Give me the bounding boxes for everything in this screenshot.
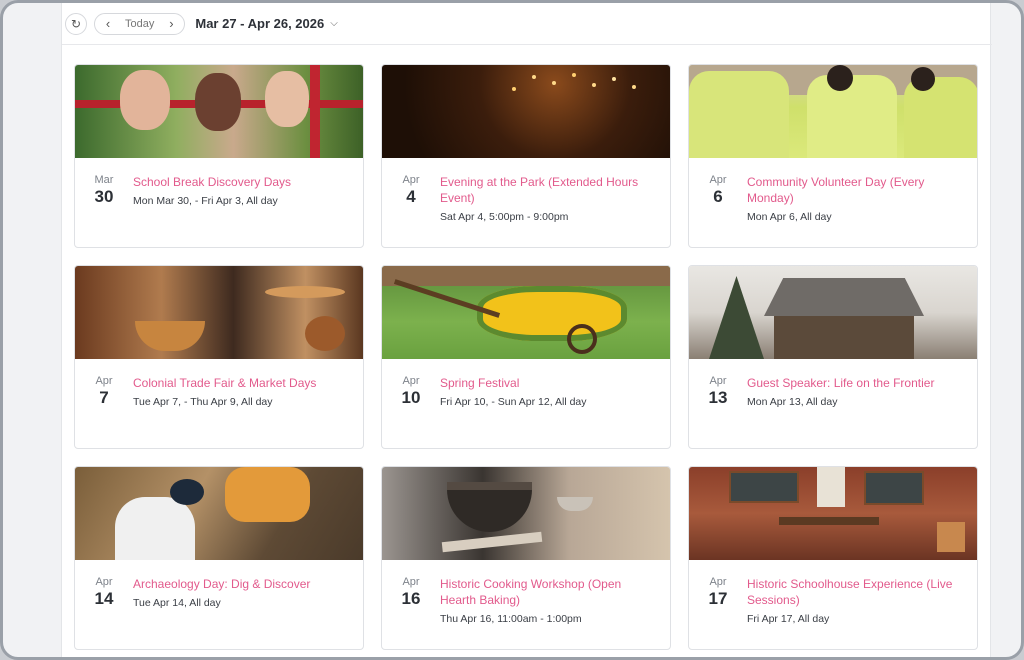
event-info: Apr 14 Archaeology Day: Dig & Discover T… (75, 560, 363, 610)
event-info: Apr 13 Guest Speaker: Life on the Fronti… (689, 359, 977, 409)
event-day: 16 (401, 589, 421, 608)
today-button[interactable]: Today (117, 18, 162, 30)
event-title[interactable]: Evening at the Park (Extended Hours Even… (440, 174, 658, 206)
event-title[interactable]: School Break Discovery Days (133, 174, 351, 190)
event-time: Thu Apr 16, 11:00am - 1:00pm (440, 613, 582, 625)
event-month: Apr (709, 576, 727, 588)
date-navigation: ‹ Today › (94, 12, 186, 35)
event-card[interactable]: Apr 6 Community Volunteer Day (Every Mon… (688, 64, 978, 248)
event-title[interactable]: Archaeology Day: Dig & Discover (133, 576, 351, 592)
event-time: Fri Apr 17, All day (747, 613, 830, 625)
event-day: 30 (94, 187, 114, 206)
event-image (75, 266, 363, 359)
refresh-icon: ↻ (70, 16, 82, 31)
event-month: Apr (402, 375, 420, 387)
event-info: Apr 7 Colonial Trade Fair & Market Days … (75, 359, 363, 409)
event-image (689, 467, 977, 560)
window-frame: ↻ ‹ Today › Mar 27 - Apr 26, 2026 ⌵ Mar … (0, 0, 1024, 660)
event-date: Apr 10 (394, 375, 428, 409)
event-date: Apr 6 (701, 174, 735, 224)
event-info: Apr 6 Community Volunteer Day (Every Mon… (689, 158, 977, 224)
event-card[interactable]: Apr 16 Historic Cooking Workshop (Open H… (381, 466, 671, 650)
event-image (75, 65, 363, 158)
event-card[interactable]: Apr 7 Colonial Trade Fair & Market Days … (74, 265, 364, 449)
chevron-right-icon[interactable]: › (162, 16, 180, 31)
event-day: 6 (713, 187, 723, 206)
refresh-button[interactable]: ↻ (65, 12, 87, 35)
event-time: Sat Apr 4, 5:00pm - 9:00pm (440, 211, 569, 223)
event-image (382, 266, 670, 359)
event-card[interactable]: Apr 10 Spring Festival Fri Apr 10, - Sun… (381, 265, 671, 449)
event-time: Mon Apr 13, All day (747, 396, 838, 408)
event-day: 10 (401, 388, 421, 407)
event-month: Mar (94, 174, 114, 186)
calendar-app: ↻ ‹ Today › Mar 27 - Apr 26, 2026 ⌵ Mar … (61, 3, 992, 657)
event-day: 13 (708, 388, 728, 407)
event-month: Apr (95, 375, 113, 387)
event-time: Fri Apr 10, - Sun Apr 12, All day (440, 396, 587, 408)
chevron-down-icon: ⌵ (330, 18, 338, 29)
event-date: Apr 13 (701, 375, 735, 409)
event-title[interactable]: Spring Festival (440, 375, 658, 391)
event-date: Mar 30 (87, 174, 121, 208)
date-range-label: Mar 27 - Apr 26, 2026 (195, 16, 325, 31)
event-info: Apr 16 Historic Cooking Workshop (Open H… (382, 560, 670, 626)
event-time: Tue Apr 7, - Thu Apr 9, All day (133, 396, 273, 408)
event-day: 17 (708, 589, 728, 608)
event-time: Tue Apr 14, All day (133, 597, 221, 609)
event-day: 7 (99, 388, 109, 407)
event-date: Apr 7 (87, 375, 121, 409)
event-card[interactable]: Apr 17 Historic Schoolhouse Experience (… (688, 466, 978, 650)
event-info: Apr 4 Evening at the Park (Extended Hour… (382, 158, 670, 224)
event-card[interactable]: Apr 14 Archaeology Day: Dig & Discover T… (74, 466, 364, 650)
event-title[interactable]: Colonial Trade Fair & Market Days (133, 375, 351, 391)
event-title[interactable]: Community Volunteer Day (Every Monday) (747, 174, 965, 206)
event-date: Apr 14 (87, 576, 121, 610)
event-card[interactable]: Apr 4 Evening at the Park (Extended Hour… (381, 64, 671, 248)
event-day: 14 (94, 589, 114, 608)
events-grid: Mar 30 School Break Discovery Days Mon M… (74, 64, 980, 650)
event-date: Apr 17 (701, 576, 735, 626)
event-date: Apr 4 (394, 174, 428, 224)
event-title[interactable]: Historic Schoolhouse Experience (Live Se… (747, 576, 965, 608)
date-range-selector[interactable]: Mar 27 - Apr 26, 2026 ⌵ (195, 16, 337, 31)
event-day: 4 (406, 187, 416, 206)
event-image (382, 65, 670, 158)
event-time: Mon Apr 6, All day (747, 211, 832, 223)
event-info: Apr 17 Historic Schoolhouse Experience (… (689, 560, 977, 626)
event-card[interactable]: Apr 13 Guest Speaker: Life on the Fronti… (688, 265, 978, 449)
event-date: Apr 16 (394, 576, 428, 626)
event-month: Apr (402, 576, 420, 588)
event-month: Apr (95, 576, 113, 588)
chevron-left-icon[interactable]: ‹ (99, 16, 117, 31)
toolbar: ↻ ‹ Today › Mar 27 - Apr 26, 2026 ⌵ (62, 3, 992, 45)
event-info: Apr 10 Spring Festival Fri Apr 10, - Sun… (382, 359, 670, 409)
event-month: Apr (402, 174, 420, 186)
event-card[interactable]: Mar 30 School Break Discovery Days Mon M… (74, 64, 364, 248)
event-title[interactable]: Historic Cooking Workshop (Open Hearth B… (440, 576, 658, 608)
event-image (689, 266, 977, 359)
event-title[interactable]: Guest Speaker: Life on the Frontier (747, 375, 965, 391)
event-image (382, 467, 670, 560)
event-image (75, 467, 363, 560)
event-month: Apr (709, 375, 727, 387)
event-info: Mar 30 School Break Discovery Days Mon M… (75, 158, 363, 208)
event-time: Mon Mar 30, - Fri Apr 3, All day (133, 195, 278, 207)
event-month: Apr (709, 174, 727, 186)
event-image (689, 65, 977, 158)
